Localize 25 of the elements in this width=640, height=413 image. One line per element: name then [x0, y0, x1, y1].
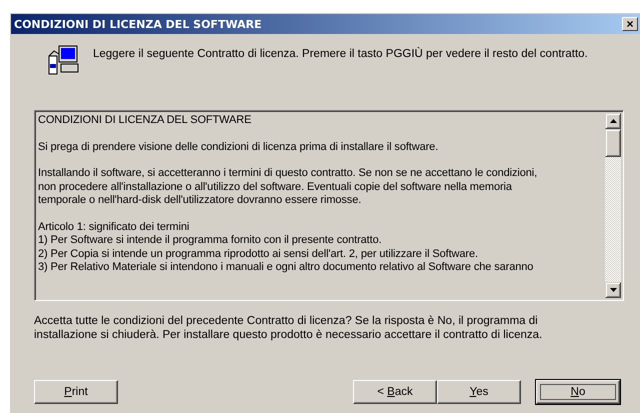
instruction-text: Leggere il seguente Contratto di licenza. Premere il tasto PGGIÙ per vedere il resto del contratto.: [93, 48, 588, 60]
print-button[interactable]: Print: [34, 380, 118, 404]
license-text-line: 3) Per Relativo Materiale si intendono i manuali e ogni altro documento relativo al Software che saranno: [38, 261, 534, 274]
license-text-line: 1) Per Software si intende il programma fornito con il presente contratto.: [38, 234, 383, 248]
close-button[interactable]: ×: [622, 17, 638, 31]
scroll-down-button[interactable]: [605, 282, 621, 298]
license-text-line: Si prega di prendere visione delle condizioni di licenza prima di installare il software.: [38, 140, 440, 154]
dialog-button[interactable]: No: [536, 380, 620, 404]
license-text-line: Installando il software, si accetteranno i termini di questo contratto. Se non se ne accettano le condizioni,: [38, 167, 538, 180]
scroll-down-icon: [610, 288, 616, 292]
license-text-box[interactable]: [34, 110, 624, 301]
dialog-button[interactable]: Yes: [437, 380, 521, 404]
window-title: CONDIZIONI DI LICENZA DEL SOFTWARE: [14, 18, 262, 30]
scroll-up-icon: [610, 119, 616, 123]
license-text-line: non procedere all'installazione o all'utilizzo del software. Eventuali copie del software nella memoria: [38, 180, 513, 194]
question-text: Accetta tutte le condizioni del precedente Contratto di licenza? Se la risposta è No, il programma di installazione si chiuderà. Per installare questo prodotto è necessario accettare il contratto di licenza.: [34, 314, 544, 342]
scroll-thumb[interactable]: [605, 129, 621, 157]
license-text-line: CONDIZIONI DI LICENZA DEL SOFTWARE: [38, 114, 252, 128]
scroll-up-button[interactable]: [605, 113, 621, 129]
license-text-line: temporale o nell'hard-disk dell'utilizzatore dovranno essere rimosse.: [38, 194, 362, 208]
license-text-line: 2) Per Copia si intende un programma riprodotto ai sensi dell'art. 2, per utilizzare il Software.: [38, 248, 479, 261]
dialog-button[interactable]: < Back: [353, 380, 437, 404]
scrollbar[interactable]: [605, 113, 621, 298]
license-text-line: Articolo 1: significato dei termini: [38, 220, 190, 234]
computer-installer-icon: [47, 44, 79, 76]
